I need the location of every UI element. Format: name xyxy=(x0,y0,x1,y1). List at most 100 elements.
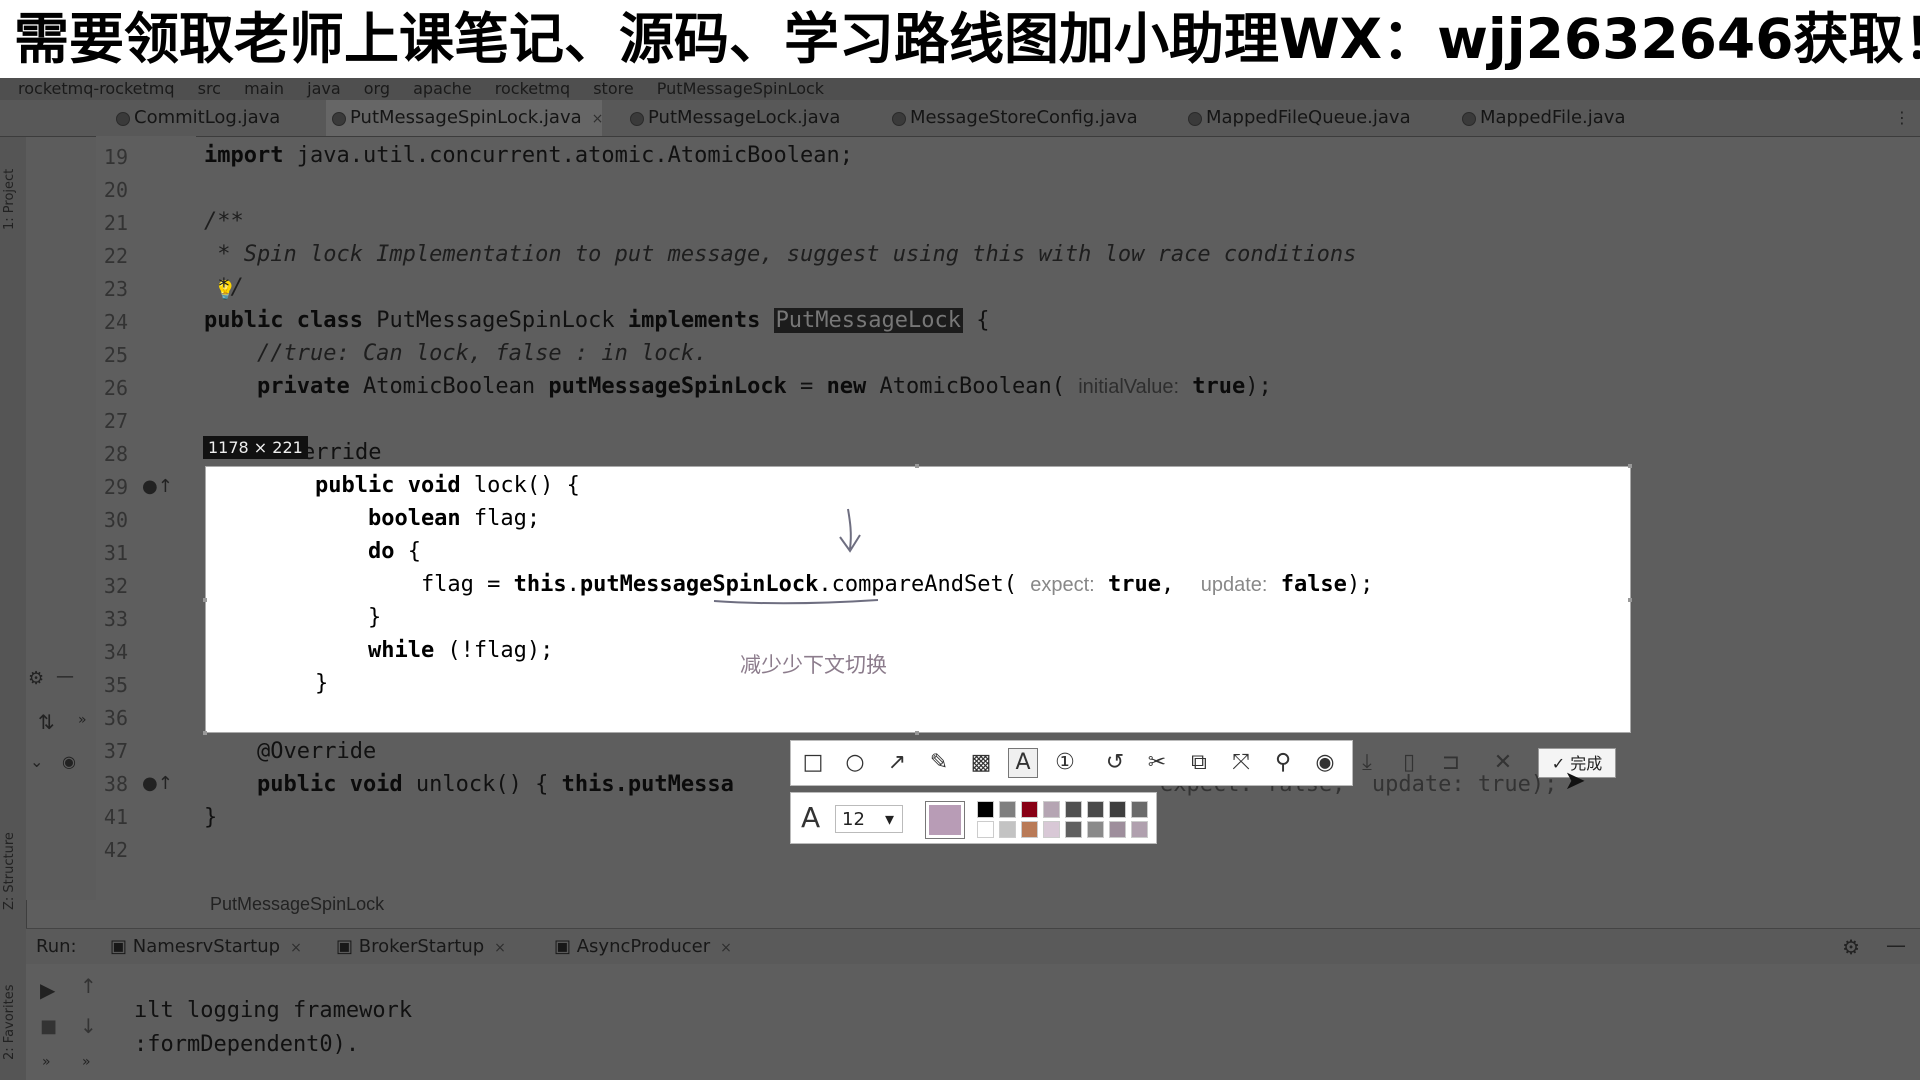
stop-icon[interactable]: ■ xyxy=(40,1016,57,1037)
chevron-down-icon[interactable]: ⌄ xyxy=(30,752,43,771)
tab-putmessagelock[interactable]: PutMessageLock.java xyxy=(624,100,854,136)
line-number: 22 xyxy=(103,244,128,268)
text-icon[interactable]: A xyxy=(1008,748,1038,778)
color-swatch[interactable] xyxy=(1087,821,1104,838)
gear-icon[interactable]: ⚙ xyxy=(28,668,44,689)
color-swatch[interactable] xyxy=(977,821,994,838)
tab-messagestoreconfig[interactable]: MessageStoreConfig.java xyxy=(886,100,1154,136)
color-swatch[interactable] xyxy=(999,821,1016,838)
tab-label: MappedFile.java xyxy=(1480,107,1626,128)
run-tab-brokerstartup[interactable]: ▣ BrokerStartup × xyxy=(336,929,506,965)
pencil-icon[interactable]: ✎ xyxy=(925,749,953,777)
color-swatch[interactable] xyxy=(1109,801,1126,818)
rectangle-icon[interactable]: □ xyxy=(799,749,827,777)
color-swatch[interactable] xyxy=(1065,821,1082,838)
down-arrow-icon[interactable]: ↓ xyxy=(80,1014,97,1038)
color-swatch[interactable] xyxy=(1065,801,1082,818)
override-marker-icon[interactable]: ●↑ xyxy=(142,773,173,794)
expand-icon[interactable]: ⤧ xyxy=(1227,749,1255,777)
expand-arrows-icon[interactable]: » xyxy=(78,712,87,728)
code-line-24: public class PutMessageSpinLock implemen… xyxy=(204,304,990,337)
gear-icon[interactable]: ⚙ xyxy=(1842,935,1860,959)
nav-crumb[interactable]: rocketmq xyxy=(495,78,570,100)
tab-mappedfilequeue[interactable]: MappedFileQueue.java xyxy=(1182,100,1426,136)
run-console[interactable]: ▶ ↑ ■ ↓ » » ılt logging framework :formD… xyxy=(26,964,1920,1080)
screenshot-selection[interactable]: public void lock() { boolean flag; do { … xyxy=(205,466,1631,733)
tab-mappedfile[interactable]: MappedFile.java xyxy=(1456,100,1646,136)
play-icon[interactable]: ▶ xyxy=(40,978,55,1002)
color-swatch[interactable] xyxy=(1131,821,1148,838)
close-icon[interactable]: × xyxy=(592,111,604,127)
text-annotation[interactable]: 减少少下文切换 xyxy=(740,649,887,679)
color-swatch[interactable] xyxy=(1043,821,1060,838)
color-swatch[interactable] xyxy=(1087,801,1104,818)
sort-icon[interactable]: ⇅ xyxy=(38,710,55,734)
download-icon[interactable]: ⤓ xyxy=(1353,749,1381,777)
close-icon[interactable]: × xyxy=(720,940,732,956)
code-line-37: @Override xyxy=(204,739,377,764)
resize-handle[interactable] xyxy=(1628,598,1632,602)
nav-crumb[interactable]: rocketmq-rocketmq xyxy=(18,78,175,100)
nav-crumb[interactable]: main xyxy=(244,78,284,100)
nav-crumb[interactable]: java xyxy=(307,78,341,100)
up-arrow-icon[interactable]: ↑ xyxy=(80,974,97,998)
color-swatch[interactable] xyxy=(1131,801,1148,818)
close-icon[interactable]: × xyxy=(290,940,302,956)
bookmark-icon[interactable]: ⊐ xyxy=(1437,749,1465,777)
nav-crumb[interactable]: apache xyxy=(413,78,472,100)
run-tab-namesrvstartup[interactable]: ▣ NamesrvStartup × xyxy=(110,929,302,965)
override-marker-icon[interactable]: ●↑ xyxy=(142,476,173,497)
run-tab-asyncproducer[interactable]: ▣ AsyncProducer × xyxy=(554,929,732,965)
mosaic-icon[interactable]: ▩ xyxy=(967,749,995,777)
line-number: 33 xyxy=(103,607,128,631)
long-screenshot-icon[interactable]: ▯ xyxy=(1395,749,1423,777)
color-swatch[interactable] xyxy=(1021,801,1038,818)
nav-crumb[interactable]: src xyxy=(198,78,221,100)
resize-handle[interactable] xyxy=(915,464,919,468)
record-icon[interactable]: ◉ xyxy=(1311,749,1339,777)
pin-icon[interactable]: ⚲ xyxy=(1269,749,1297,777)
color-swatch[interactable] xyxy=(1109,821,1126,838)
favorites-tool-label[interactable]: 2: Favorites xyxy=(2,940,24,1060)
resize-handle[interactable] xyxy=(203,598,207,602)
color-swatch[interactable] xyxy=(1043,801,1060,818)
file-breadcrumb[interactable]: PutMessageSpinLock xyxy=(210,894,384,915)
circle-icon[interactable]: ◉ xyxy=(62,752,76,771)
number-icon[interactable]: ① xyxy=(1051,749,1079,777)
nav-crumb[interactable]: org xyxy=(364,78,390,100)
resize-handle[interactable] xyxy=(915,731,919,735)
minimize-icon[interactable]: — xyxy=(1886,933,1906,957)
tab-overflow-icon[interactable]: ⋮ xyxy=(1894,108,1910,127)
close-icon[interactable]: × xyxy=(494,940,506,956)
resize-handle[interactable] xyxy=(1628,464,1632,468)
keyword: while xyxy=(262,638,435,663)
ellipse-icon[interactable]: ○ xyxy=(841,749,869,777)
nav-crumb[interactable]: store xyxy=(593,78,633,100)
structure-tool-label[interactable]: Z: Structure xyxy=(2,790,24,910)
translate-icon[interactable]: ⧉ xyxy=(1185,749,1213,777)
resize-handle[interactable] xyxy=(203,731,207,735)
console-line: ılt logging framework xyxy=(134,998,413,1023)
more-icon[interactable]: » xyxy=(42,1054,51,1070)
cut-icon[interactable]: ✂ xyxy=(1143,749,1171,777)
color-swatch[interactable] xyxy=(977,801,994,818)
minimize-icon[interactable]: — xyxy=(56,666,74,687)
color-swatch[interactable] xyxy=(999,801,1016,818)
tab-commitlog[interactable]: CommitLog.java xyxy=(110,100,320,136)
current-color-swatch[interactable] xyxy=(925,801,965,839)
undo-icon[interactable]: ↺ xyxy=(1101,749,1129,777)
nav-crumb[interactable]: PutMessageSpinLock xyxy=(657,78,824,100)
keyword: public void xyxy=(204,772,403,797)
arrow-icon[interactable]: ↗ xyxy=(883,749,911,777)
highlighted-identifier[interactable]: PutMessageLock xyxy=(773,308,963,333)
more-icon[interactable]: » xyxy=(82,1054,91,1070)
keyword: do xyxy=(262,539,395,564)
line-number: 25 xyxy=(103,343,128,367)
hand-drawn-underline xyxy=(713,599,879,605)
close-icon[interactable]: ✕ xyxy=(1489,749,1517,777)
font-size-select[interactable]: 12 ▾ xyxy=(835,805,903,833)
code-text: AtomicBoolean( xyxy=(866,374,1079,399)
keyword: this xyxy=(513,572,567,597)
color-swatch[interactable] xyxy=(1021,821,1038,838)
tab-putmessagespinlock[interactable]: PutMessageSpinLock.java × xyxy=(326,100,604,136)
